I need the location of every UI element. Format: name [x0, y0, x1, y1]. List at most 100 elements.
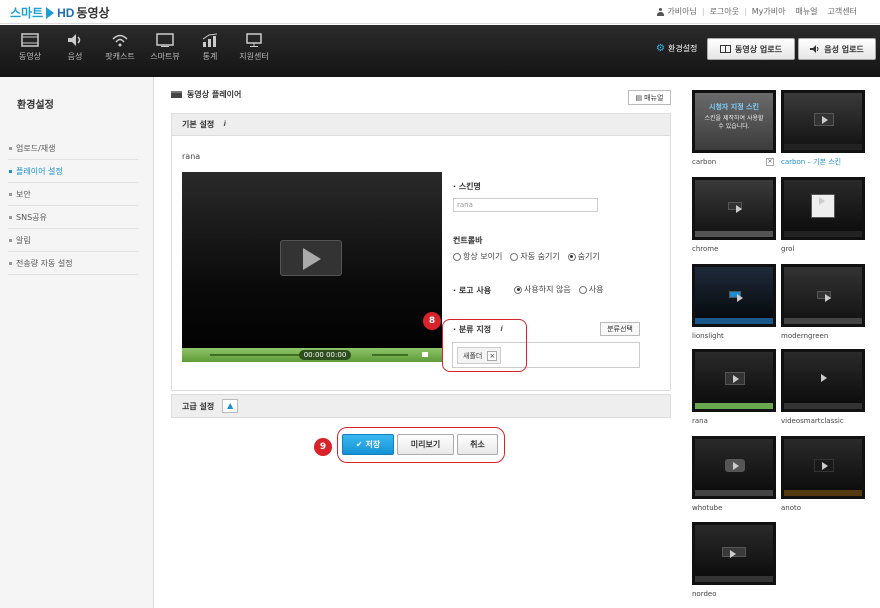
manual-button[interactable]: ▤ 매뉴얼	[628, 90, 671, 105]
check-icon: ✔	[355, 440, 363, 449]
player-control-bar: 00:00 00:00	[182, 348, 442, 362]
skin-thumbnail	[781, 436, 865, 499]
sidebar-item-upload-playback[interactable]: 업로드/재생	[8, 137, 138, 160]
fullscreen-icon[interactable]	[422, 352, 428, 357]
skin-item-chrome[interactable]: chrome	[692, 177, 776, 253]
skin-item-rana[interactable]: rana	[692, 349, 776, 425]
nav-item-smartview[interactable]: 스마트뷰	[145, 33, 185, 62]
film-icon	[21, 33, 39, 47]
document-icon: ▤	[635, 93, 643, 102]
skin-name: lionslight	[692, 331, 724, 340]
logo[interactable]: 스마트 HD 동영상	[10, 4, 110, 21]
player-preview[interactable]: 00:00 00:00	[182, 172, 442, 362]
skin-name-input[interactable]: rana	[453, 198, 598, 212]
controlbar-hide-radio[interactable]: 숨기기	[567, 251, 600, 262]
radio-label: 사용	[588, 285, 604, 294]
skin-label: videosmartclassic	[781, 416, 865, 425]
nav-label: 통계	[202, 52, 218, 61]
skin-label: lionslight	[692, 331, 776, 340]
radio-circle	[567, 252, 576, 261]
skin-item-carbon-custom[interactable]: 시청자 지정 스킨 스킨을 제작하여 사용할 수 있습니다. carbon ×	[692, 90, 776, 166]
save-button[interactable]: ✔ 저장	[342, 434, 394, 455]
category-select-button[interactable]: 분류선택	[600, 322, 640, 336]
play-icon	[814, 372, 834, 385]
speaker-icon	[810, 45, 819, 53]
skin-gallery: 시청자 지정 스킨 스킨을 제작하여 사용할 수 있습니다. carbon × …	[690, 88, 880, 608]
progress-track[interactable]	[210, 354, 300, 356]
basic-settings-panel: 기본 설정 i rana 00:00 00:00 · 스킨명 rana 컨트롤바…	[171, 113, 671, 391]
skin-label: grol	[781, 244, 865, 253]
logo-on-radio[interactable]: 사용	[578, 284, 604, 295]
sidebar-item-player-settings[interactable]: 플레이어 설정	[8, 160, 138, 183]
play-icon	[817, 291, 831, 302]
sidebar-item-auto-transfer[interactable]: 전송량 자동 설정	[8, 252, 138, 275]
skin-name: chrome	[692, 244, 719, 253]
skin-item-carbon-default[interactable]: carbon – 기본 스킨	[781, 90, 865, 166]
page-title-text: 동영상 플레이어	[187, 90, 242, 99]
radio-label: 사용하지 않음	[524, 285, 571, 294]
save-label: 저장	[365, 440, 381, 449]
nav-item-podcast[interactable]: 팟캐스트	[100, 33, 140, 62]
skin-item-videosmartclassic[interactable]: videosmartclassic	[781, 349, 865, 425]
skin-label: carbon ×	[692, 157, 776, 166]
controlbar-autohide-radio[interactable]: 자동 숨기기	[510, 251, 560, 262]
control-bar	[695, 576, 773, 582]
close-icon[interactable]: ×	[766, 157, 774, 166]
settings-link[interactable]: ⚙ 환경설정	[656, 43, 697, 54]
upload-audio-button[interactable]: 음성 업로드	[798, 38, 876, 60]
upload-video-button[interactable]: 동영상 업로드	[707, 38, 795, 60]
manual-link[interactable]: 매뉴얼	[790, 6, 822, 17]
skin-label: whotube	[692, 503, 776, 512]
nav-item-video[interactable]: 동영상	[10, 33, 50, 62]
logo-off-radio[interactable]: 사용하지 않음	[514, 284, 571, 295]
volume-slider[interactable]	[372, 354, 408, 356]
skin-name: nordeo	[692, 589, 717, 598]
callout-highlight-category	[442, 319, 527, 372]
skin-item-nordeo[interactable]: nordeo	[692, 522, 776, 598]
logo-use-label: · 로고 사용	[453, 286, 492, 295]
support-icon	[246, 33, 262, 47]
main-content: 동영상 플레이어 ▤ 매뉴얼 기본 설정 i rana 00:00 00:00 …	[155, 77, 685, 608]
radio-circle	[453, 252, 461, 261]
skin-item-grol[interactable]: grol	[781, 177, 865, 253]
skin-item-whotube[interactable]: whotube	[692, 436, 776, 512]
user-link[interactable]: 가비아님	[652, 6, 701, 17]
sidebar-item-security[interactable]: 보안	[8, 183, 138, 206]
sidebar-item-sns-share[interactable]: SNS공유	[8, 206, 138, 229]
sidebar-item-notifications[interactable]: 알림	[8, 229, 138, 252]
upload-audio-label: 음성 업로드	[824, 44, 864, 54]
skin-thumbnail: 시청자 지정 스킨 스킨을 제작하여 사용할 수 있습니다.	[692, 90, 776, 153]
control-bar	[695, 231, 773, 237]
skin-thumbnail	[692, 264, 776, 327]
logo-arrow-icon	[46, 6, 55, 19]
support-link[interactable]: 고객센터	[823, 6, 862, 17]
skin-item-lionslight[interactable]: lionslight	[692, 264, 776, 340]
nav-item-audio[interactable]: 음성	[55, 33, 95, 62]
controlbar-always-radio[interactable]: 항상 보이기	[453, 251, 502, 262]
sidebar-title: 환경설정	[17, 100, 54, 111]
play-icon[interactable]	[280, 240, 342, 276]
nav-label: 음성	[67, 52, 83, 61]
manual-label: 매뉴얼	[644, 93, 664, 102]
control-bar	[784, 403, 862, 409]
chevron-up-icon[interactable]: ▲	[222, 399, 239, 413]
my-gabia-link[interactable]: My가비아	[747, 6, 791, 17]
info-icon[interactable]: i	[220, 120, 229, 129]
callout-badge-8: 8	[423, 312, 441, 330]
play-icon	[725, 459, 745, 472]
logout-link[interactable]: 로그아웃	[705, 6, 744, 17]
skin-item-moderngreen[interactable]: moderngreen	[781, 264, 865, 340]
logo-smart: 스마트	[10, 6, 44, 20]
skin-name: grol	[781, 244, 795, 253]
skin-item-anoto[interactable]: anoto	[781, 436, 865, 512]
cancel-button[interactable]: 취소	[457, 434, 498, 455]
skin-label: carbon – 기본 스킨	[781, 157, 865, 166]
preview-button[interactable]: 미리보기	[397, 434, 454, 455]
nav-item-stats[interactable]: 통계	[190, 33, 230, 62]
settings-label: 환경설정	[667, 44, 698, 53]
play-icon	[722, 547, 746, 558]
skin-name: videosmartclassic	[781, 416, 844, 425]
skin-thumbnail	[781, 349, 865, 412]
nav-item-support[interactable]: 지원센터	[234, 33, 274, 62]
skin-name: carbon	[692, 157, 717, 166]
